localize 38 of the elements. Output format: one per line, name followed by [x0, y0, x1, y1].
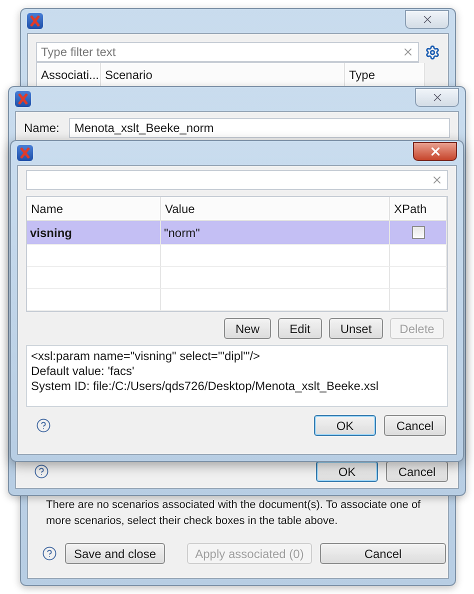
close-button[interactable]: [413, 142, 457, 160]
ok-button[interactable]: OK: [316, 461, 378, 482]
close-icon: [428, 144, 442, 158]
description-text: <xsl:param name="visning" select="'dipl'"/>: [31, 349, 262, 364]
name-label: Name:: [24, 121, 60, 135]
parameter-value-cell[interactable]: "norm": [161, 221, 390, 245]
new-button[interactable]: New: [224, 318, 271, 339]
column-header[interactable]: Type: [345, 63, 425, 87]
app-logo-icon: [27, 13, 43, 29]
info-text: There are no scenarios associated with the document(s). To associate one of: [46, 498, 421, 513]
app-logo-icon: [15, 91, 31, 107]
unset-button[interactable]: Unset: [329, 318, 383, 339]
save-button[interactable]: Save and close: [65, 543, 165, 564]
clear-icon[interactable]: [431, 174, 443, 186]
cancel-button[interactable]: Cancel: [384, 415, 446, 436]
column-header[interactable]: Value: [161, 197, 390, 221]
ok-button[interactable]: OK: [314, 415, 376, 436]
filter-field[interactable]: Type filter text: [36, 42, 419, 62]
parameter-filter-field[interactable]: [26, 170, 448, 190]
help-icon[interactable]: [36, 418, 51, 433]
cancel-button[interactable]: Cancel: [386, 461, 448, 482]
column-header[interactable]: Associati...: [37, 63, 101, 87]
xpath-checkbox[interactable]: [412, 226, 424, 239]
column-header[interactable]: XPath: [390, 197, 447, 221]
edit-button[interactable]: Edit: [278, 318, 322, 339]
clear-icon[interactable]: [402, 46, 414, 58]
info-text: more scenarios, select their check boxes in the table above.: [46, 514, 338, 529]
app-logo-icon: [17, 145, 33, 161]
cancel-button[interactable]: Cancel: [320, 543, 446, 564]
settings-icon[interactable]: [425, 44, 440, 60]
description-text: System ID: file:/C:/Users/qds726/Desktop/Menota_xslt_Beeke.xsl: [31, 379, 380, 394]
column-header[interactable]: Name: [27, 197, 161, 221]
column-header[interactable]: Scenario: [101, 63, 345, 87]
name-field[interactable]: Menota_xslt_Beeke_norm: [69, 118, 450, 138]
description-text: Default value: 'facs': [31, 364, 136, 379]
parameter-name-cell[interactable]: visning: [27, 221, 161, 245]
help-icon[interactable]: [42, 546, 57, 561]
help-icon[interactable]: [34, 464, 49, 479]
